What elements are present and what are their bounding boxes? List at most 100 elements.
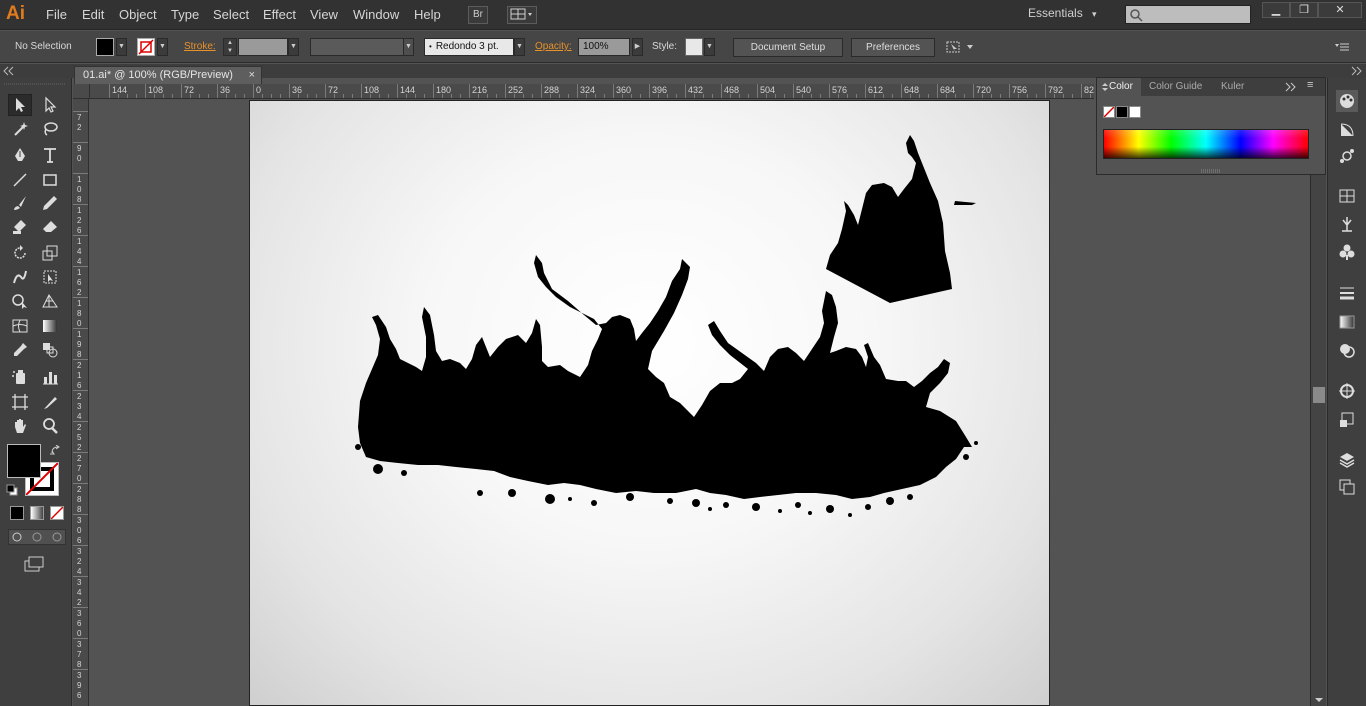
horizontal-ruler[interactable]: 144 108 72 36 0 36 72 108 144 180 216 252 288 324 360 3… xyxy=(90,84,1094,99)
vertical-scrollbar[interactable] xyxy=(1310,84,1326,706)
close-button[interactable]: ✕ xyxy=(1318,2,1362,18)
perspective-grid-tool[interactable] xyxy=(38,290,62,312)
tab-color-guide[interactable]: Color Guide xyxy=(1149,81,1202,92)
gradient-mode-button[interactable] xyxy=(30,506,44,520)
none-mode-button[interactable] xyxy=(50,506,64,520)
brush-definition-field[interactable]: • Redondo 3 pt. xyxy=(424,38,514,56)
drawing-modes[interactable] xyxy=(8,529,66,545)
type-tool[interactable] xyxy=(38,144,62,166)
tab-color[interactable]: Color xyxy=(1109,81,1133,92)
menu-effect[interactable]: Effect xyxy=(263,7,296,22)
magic-wand-tool[interactable] xyxy=(8,118,32,140)
menu-select[interactable]: Select xyxy=(213,7,249,22)
gradient-panel-icon[interactable] xyxy=(1336,311,1358,333)
search-input[interactable] xyxy=(1125,5,1251,24)
default-colors-icon[interactable] xyxy=(6,484,18,496)
color-spectrum[interactable] xyxy=(1103,129,1309,159)
tab-kuler[interactable]: Kuler xyxy=(1221,81,1244,92)
collapse-panel-icon[interactable] xyxy=(1285,82,1297,92)
menu-file[interactable]: File xyxy=(46,7,67,22)
opacity-label[interactable]: Opacity: xyxy=(535,41,572,52)
stroke-icon[interactable] xyxy=(1336,282,1358,304)
stroke-label[interactable]: Stroke: xyxy=(184,41,216,52)
symbol-sprayer-tool[interactable] xyxy=(8,366,32,388)
fill-swatch[interactable] xyxy=(96,38,114,56)
artboard[interactable] xyxy=(249,100,1050,706)
color-panel-menu-icon[interactable]: ≡ xyxy=(1307,79,1313,91)
canvas-area[interactable] xyxy=(90,100,1310,706)
artboard-tool[interactable] xyxy=(8,391,32,413)
warp-tool[interactable] xyxy=(8,266,32,288)
close-document-icon[interactable]: × xyxy=(249,67,255,84)
graphic-styles-icon[interactable] xyxy=(1336,241,1358,263)
black-color-swatch[interactable] xyxy=(1116,106,1128,118)
stroke-weight-stepper[interactable]: ▲ ▼ xyxy=(223,38,237,56)
transform-icon[interactable] xyxy=(1336,409,1358,431)
stroke-swatch[interactable] xyxy=(137,38,155,56)
stroke-weight-field[interactable] xyxy=(238,38,288,56)
selection-tool[interactable] xyxy=(8,94,32,116)
stroke-dropdown[interactable]: ▼ xyxy=(157,38,168,56)
slice-tool[interactable] xyxy=(38,391,62,413)
none-color-swatch[interactable] xyxy=(1103,106,1115,118)
appearance-icon[interactable] xyxy=(1336,213,1358,235)
artboards-icon[interactable] xyxy=(1336,476,1358,498)
scale-tool[interactable] xyxy=(38,242,62,264)
bridge-button[interactable]: Br xyxy=(468,6,488,24)
blob-brush-tool[interactable] xyxy=(8,215,32,237)
direct-selection-tool[interactable] xyxy=(38,94,62,116)
transparency-icon[interactable] xyxy=(1336,339,1358,361)
gradient-tool[interactable] xyxy=(38,315,62,337)
eyedropper-tool[interactable] xyxy=(8,339,32,361)
opacity-field[interactable]: 100% xyxy=(578,38,630,56)
collapse-right-icon[interactable] xyxy=(1350,66,1362,76)
fill-color-front[interactable] xyxy=(7,444,41,478)
fill-dropdown[interactable]: ▼ xyxy=(116,38,127,56)
panel-resize-grip[interactable] xyxy=(1201,169,1221,173)
scroll-down-icon[interactable] xyxy=(1313,696,1325,704)
menu-object[interactable]: Object xyxy=(119,7,157,22)
swatches-icon[interactable] xyxy=(1336,185,1358,207)
eraser-tool[interactable] xyxy=(38,215,62,237)
menu-type[interactable]: Type xyxy=(171,7,199,22)
arrange-icon-button[interactable] xyxy=(945,39,975,55)
scrollbar-thumb[interactable] xyxy=(1313,387,1325,403)
collapse-left-icon[interactable] xyxy=(3,66,15,76)
document-setup-button[interactable]: Document Setup xyxy=(733,38,843,57)
vertical-ruler[interactable]: 72 90 108 126 144 162 180 198 216 234 252 270 288 306… xyxy=(73,99,89,706)
align-icon[interactable] xyxy=(1336,380,1358,402)
control-panel-menu[interactable] xyxy=(1334,41,1350,53)
lasso-tool[interactable] xyxy=(38,118,62,140)
menu-window[interactable]: Window xyxy=(353,7,399,22)
menu-edit[interactable]: Edit xyxy=(82,7,104,22)
menu-help[interactable]: Help xyxy=(414,7,441,22)
ruler-origin[interactable] xyxy=(73,84,90,99)
variable-width-dropdown[interactable]: ▼ xyxy=(403,38,414,56)
panel-options-icon[interactable] xyxy=(1100,82,1110,92)
menu-view[interactable]: View xyxy=(310,7,338,22)
brush-dropdown[interactable]: ▼ xyxy=(514,38,525,56)
paintbrush-tool[interactable] xyxy=(8,192,32,214)
symbols-icon[interactable] xyxy=(1336,145,1358,167)
free-transform-tool[interactable] xyxy=(38,266,62,288)
pen-tool[interactable] xyxy=(8,144,32,166)
brushes-icon[interactable] xyxy=(1336,90,1358,112)
tools-grip[interactable] xyxy=(0,80,70,88)
column-graph-tool[interactable] xyxy=(38,366,62,388)
screen-mode-button[interactable] xyxy=(24,556,46,574)
mesh-tool[interactable] xyxy=(8,315,32,337)
arrange-documents-button[interactable] xyxy=(507,6,537,24)
stroke-weight-dropdown[interactable]: ▼ xyxy=(288,38,299,56)
line-tool[interactable] xyxy=(8,169,32,191)
shape-builder-tool[interactable] xyxy=(8,290,32,312)
graphic-style-swatch[interactable] xyxy=(685,38,703,56)
color-guide-icon[interactable] xyxy=(1336,119,1358,141)
preferences-button[interactable]: Preferences xyxy=(851,38,935,57)
document-tab[interactable]: 01.ai* @ 100% (RGB/Preview) × xyxy=(74,66,262,84)
minimize-button[interactable]: ▁ xyxy=(1262,2,1290,18)
variable-width-profile[interactable] xyxy=(310,38,414,56)
zoom-tool[interactable] xyxy=(38,415,62,437)
white-color-swatch[interactable] xyxy=(1129,106,1141,118)
graphic-style-dropdown[interactable]: ▼ xyxy=(704,38,715,56)
hand-tool[interactable] xyxy=(8,415,32,437)
